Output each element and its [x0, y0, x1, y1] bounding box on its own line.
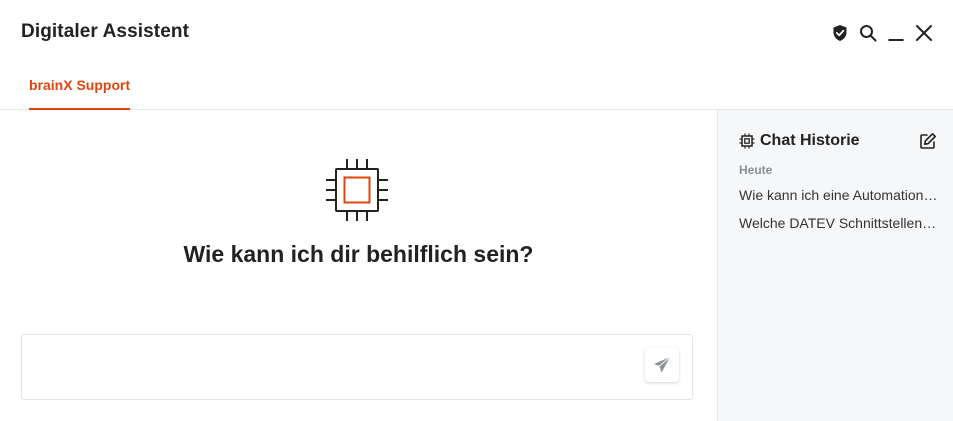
send-icon	[654, 356, 671, 373]
close-icon[interactable]	[915, 22, 933, 44]
chat-history-sidebar: Chat Historie Heute Wie kann ich eine Au…	[717, 110, 953, 421]
welcome-heading: Wie kann ich dir behilflich sein?	[183, 241, 534, 267]
minimize-icon[interactable]	[887, 22, 905, 44]
send-button[interactable]	[645, 348, 679, 382]
assistant-window: Digitaler Assistent brainX Support Wie k…	[0, 0, 953, 421]
tab-bar: brainX Support	[0, 66, 953, 110]
search-icon[interactable]	[859, 22, 877, 44]
chat-main: Wie kann ich dir behilflich sein?	[0, 110, 717, 421]
history-item[interactable]: Wie kann ich eine Automation …	[739, 186, 939, 214]
shield-check-icon[interactable]	[831, 22, 849, 44]
edit-icon[interactable]	[919, 132, 937, 150]
tab-brainx-support[interactable]: brainX Support	[29, 76, 131, 110]
history-section-label: Heute	[739, 163, 773, 177]
message-input-box	[21, 334, 693, 400]
header-actions	[831, 22, 933, 44]
history-item[interactable]: Welche DATEV Schnittstellen …	[739, 214, 939, 242]
chip-icon	[739, 133, 755, 149]
chat-history-title: Chat Historie	[760, 132, 860, 149]
chip-icon	[326, 159, 388, 221]
window-title: Digitaler Assistent	[21, 21, 190, 42]
message-input[interactable]	[22, 335, 632, 399]
window-header: Digitaler Assistent	[0, 0, 953, 66]
chat-history-header: Chat Historie	[739, 132, 860, 150]
history-list: Wie kann ich eine Automation … Welche DA…	[739, 186, 939, 242]
